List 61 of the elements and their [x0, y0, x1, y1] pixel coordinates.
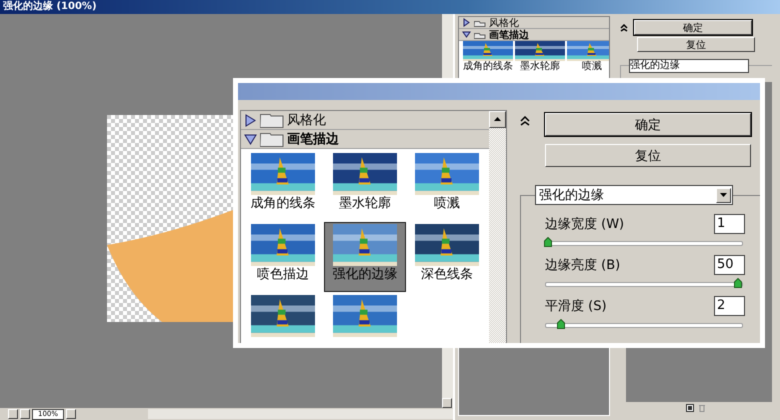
collapse-triangle-icon[interactable] [244, 132, 257, 146]
double-chevron-icon [520, 116, 530, 126]
sailboat-thumbnail [333, 153, 397, 195]
category-label: 画笔描边 [489, 28, 529, 42]
category-row[interactable]: 画笔描边 [459, 29, 609, 41]
filter-item[interactable]: 成角的线条 [242, 151, 324, 221]
sailboat-thumbnail [567, 41, 609, 61]
slider-thumb[interactable] [557, 319, 566, 329]
sailboat-thumbnail [515, 41, 565, 61]
zoom-out-button[interactable] [8, 409, 18, 419]
filter-item[interactable]: 喷色描边 [242, 222, 324, 292]
category-label: 风格化 [287, 112, 326, 129]
zoom-in-button[interactable] [20, 409, 30, 419]
dropdown-arrow-icon [720, 193, 727, 197]
sailboat-thumbnail [463, 41, 513, 61]
folder-icon [474, 18, 486, 26]
sailboat-thumbnail [251, 153, 315, 195]
slider-thumb[interactable] [544, 237, 552, 247]
filter-item[interactable]: 深色线条 [406, 222, 488, 292]
value-field[interactable]: 2 [714, 296, 745, 316]
sailboat-thumbnail [251, 295, 315, 337]
category-row[interactable]: 画笔描边 [241, 130, 489, 149]
ok-button[interactable]: 确定 [634, 20, 752, 35]
filter-item[interactable]: 墨水轮廓 [515, 41, 565, 73]
expand-triangle-icon[interactable] [462, 18, 471, 27]
filter-item[interactable]: 强化的边缘 [324, 222, 406, 292]
filter-item[interactable]: 喷溅 [567, 41, 609, 73]
category-label: 风格化 [489, 17, 519, 30]
menu-arrow-button[interactable] [66, 409, 76, 419]
filter-item[interactable]: 墨水轮廓 [324, 151, 406, 221]
sailboat-thumbnail [333, 224, 397, 266]
filter-item[interactable]: 喷溅 [406, 151, 488, 221]
sailboat-thumbnail [415, 224, 479, 266]
collapse-triangle-icon[interactable] [462, 30, 471, 39]
filter-dropdown[interactable]: 强化的边缘 [535, 185, 733, 205]
param-label: 平滑度 (S) [545, 298, 607, 314]
reset-button[interactable]: 复位 [545, 144, 751, 167]
value-field[interactable]: 50 [714, 254, 745, 274]
filter-dropdown[interactable]: 强化的边缘 [629, 59, 749, 73]
expand-triangle-icon[interactable] [244, 114, 257, 126]
trash-icon [698, 404, 706, 412]
category-row[interactable]: 风格化 [459, 17, 609, 29]
sailboat-thumbnail [415, 153, 479, 195]
ok-button[interactable]: 确定 [545, 113, 751, 136]
category-label: 画笔描边 [287, 131, 339, 148]
filter-item[interactable]: 成角的线条 [463, 41, 513, 73]
sailboat-thumbnail [251, 224, 315, 266]
param-label: 边缘亮度 (B) [545, 256, 620, 274]
scrollbar[interactable] [148, 409, 453, 419]
window-title: 强化的边缘 (100%) [0, 0, 780, 14]
param-label: 边缘宽度 (W) [545, 216, 624, 232]
reset-button[interactable]: 复位 [637, 37, 755, 52]
double-chevron-icon [620, 24, 628, 32]
slider-thumb[interactable] [734, 278, 742, 288]
category-row[interactable]: 风格化 [241, 111, 489, 130]
scroll-up-arrow-icon [494, 117, 501, 121]
value-field[interactable]: 1 [714, 214, 745, 234]
new-layer-icon [686, 404, 694, 412]
folder-icon [260, 112, 284, 128]
sailboat-thumbnail [333, 295, 397, 337]
scrollbar[interactable] [489, 111, 506, 343]
